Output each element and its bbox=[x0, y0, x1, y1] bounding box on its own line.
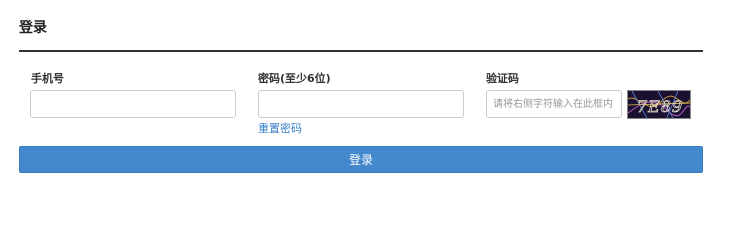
phone-input[interactable] bbox=[30, 90, 236, 118]
title-divider bbox=[19, 50, 703, 52]
password-input[interactable] bbox=[258, 90, 464, 118]
captcha-code: 7E89 bbox=[637, 97, 683, 116]
login-panel: 登录 手机号 密码(至少6位) 重置密码 验证码 7E89 登录 bbox=[0, 0, 743, 213]
captcha-input[interactable] bbox=[486, 90, 622, 118]
page-title: 登录 bbox=[19, 20, 47, 36]
login-button[interactable]: 登录 bbox=[19, 146, 703, 173]
phone-label: 手机号 bbox=[31, 72, 64, 85]
captcha-image[interactable]: 7E89 bbox=[627, 90, 691, 119]
password-label: 密码(至少6位) bbox=[258, 72, 331, 85]
reset-password-link[interactable]: 重置密码 bbox=[258, 120, 302, 136]
captcha-label: 验证码 bbox=[486, 72, 519, 85]
